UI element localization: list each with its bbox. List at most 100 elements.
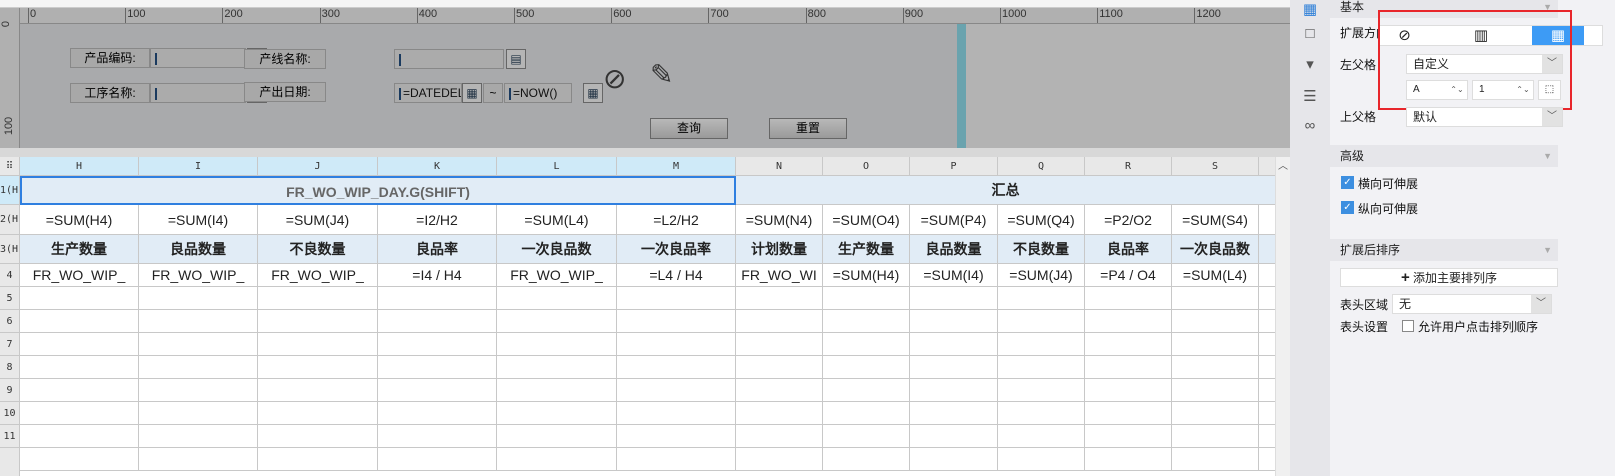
table-cell[interactable]	[736, 402, 823, 425]
table-cell[interactable]	[258, 425, 378, 448]
table-cell[interactable]: =SUM(S4)	[1172, 205, 1259, 235]
table-cell[interactable]	[617, 333, 736, 356]
table-cell[interactable]	[139, 287, 258, 310]
table-cell[interactable]	[823, 425, 910, 448]
table-cell[interactable]	[617, 448, 736, 471]
widget-icon[interactable]: ▾	[1300, 55, 1320, 75]
column-header[interactable]: L	[497, 157, 617, 176]
row-header[interactable]: 2(H)	[0, 205, 20, 235]
table-cell[interactable]	[497, 356, 617, 379]
table-cell[interactable]	[910, 333, 998, 356]
table-cell[interactable]	[736, 425, 823, 448]
table-cell[interactable]	[998, 402, 1085, 425]
reset-button[interactable]: 重置	[769, 118, 847, 139]
table-cell[interactable]	[910, 356, 998, 379]
table-cell[interactable]	[1259, 356, 1275, 379]
table-cell[interactable]	[998, 425, 1085, 448]
table-cell[interactable]: =I4 / H4	[378, 264, 497, 287]
table-cell[interactable]	[910, 287, 998, 310]
table-cell[interactable]: =SUM(I4)	[910, 264, 998, 287]
table-cell[interactable]: =L2/H2	[617, 205, 736, 235]
date-start-input[interactable]: =DATEDELT	[394, 83, 462, 103]
hyperlink-icon[interactable]: ∞	[1300, 117, 1320, 137]
table-cell[interactable]	[910, 448, 998, 471]
pencil-icon[interactable]: ✎	[650, 58, 673, 91]
table-cell[interactable]	[1085, 379, 1172, 402]
column-header[interactable]: R	[1085, 157, 1172, 176]
table-cell[interactable]	[910, 310, 998, 333]
table-cell[interactable]	[1172, 448, 1259, 471]
table-cell[interactable]: =SUM(L4)	[1172, 264, 1259, 287]
column-header[interactable]: M	[617, 157, 736, 176]
line-name-input[interactable]	[394, 49, 504, 69]
table-cell[interactable]	[258, 310, 378, 333]
condition-icon[interactable]: ☰	[1300, 87, 1320, 107]
table-cell[interactable]: 计划数量	[736, 235, 823, 264]
query-button[interactable]: 查询	[650, 118, 728, 139]
column-header[interactable]: K	[378, 157, 497, 176]
table-cell[interactable]: =SUM(O4)	[823, 205, 910, 235]
table-cell[interactable]: =SUM(J4)	[998, 264, 1085, 287]
table-cell[interactable]	[736, 287, 823, 310]
table-cell[interactable]	[378, 356, 497, 379]
table-cell[interactable]	[1259, 425, 1275, 448]
table-cell[interactable]	[1172, 310, 1259, 333]
table-cell[interactable]	[1259, 205, 1275, 235]
table-cell[interactable]	[258, 448, 378, 471]
table-cell[interactable]	[1172, 379, 1259, 402]
table-cell[interactable]: =SUM(Q4)	[998, 205, 1085, 235]
table-cell[interactable]: FR_WO_WIP_	[497, 264, 617, 287]
table-cell[interactable]: FR_WO_WIP_	[258, 264, 378, 287]
table-cell[interactable]	[617, 287, 736, 310]
table-cell[interactable]	[823, 287, 910, 310]
column-header[interactable]: I	[139, 157, 258, 176]
process-name-input[interactable]	[150, 83, 246, 103]
table-cell[interactable]	[139, 333, 258, 356]
table-cell[interactable]	[910, 425, 998, 448]
table-cell[interactable]	[823, 448, 910, 471]
vertical-expand-checkbox[interactable]: ✓	[1341, 201, 1354, 214]
table-cell[interactable]	[910, 402, 998, 425]
table-cell[interactable]: =SUM(L4)	[497, 205, 617, 235]
table-cell[interactable]	[1085, 356, 1172, 379]
table-cell[interactable]	[20, 448, 139, 471]
table-cell[interactable]	[998, 310, 1085, 333]
table-cell[interactable]: 不良数量	[258, 235, 378, 264]
table-cell[interactable]	[1259, 333, 1275, 356]
table-cell[interactable]	[617, 425, 736, 448]
table-cell[interactable]	[378, 287, 497, 310]
table-cell[interactable]	[736, 333, 823, 356]
table-cell[interactable]	[258, 402, 378, 425]
table-cell[interactable]	[378, 425, 497, 448]
table-cell[interactable]	[139, 379, 258, 402]
table-cell[interactable]	[1085, 333, 1172, 356]
table-cell[interactable]	[378, 402, 497, 425]
column-header[interactable]: S	[1172, 157, 1259, 176]
section-advanced[interactable]: 高级 ▼	[1330, 145, 1558, 167]
table-cell[interactable]	[497, 448, 617, 471]
table-cell[interactable]: =SUM(P4)	[910, 205, 998, 235]
table-cell[interactable]	[823, 356, 910, 379]
hide-eye-icon[interactable]: ⊘	[603, 62, 626, 95]
table-cell[interactable]	[823, 333, 910, 356]
table-cell[interactable]	[20, 287, 139, 310]
row-header[interactable]: 6	[0, 310, 20, 333]
table-cell[interactable]	[378, 379, 497, 402]
table-cell[interactable]	[736, 310, 823, 333]
table-cell[interactable]	[1259, 448, 1275, 471]
table-cell[interactable]	[378, 333, 497, 356]
table-cell[interactable]: =P2/O2	[1085, 205, 1172, 235]
table-cell[interactable]	[617, 402, 736, 425]
table-cell[interactable]: 良品率	[1085, 235, 1172, 264]
table-cell[interactable]: 良品数量	[139, 235, 258, 264]
row-header[interactable]: 11	[0, 425, 20, 448]
table-cell[interactable]	[1172, 287, 1259, 310]
row-header[interactable]: 8	[0, 356, 20, 379]
table-cell[interactable]	[1259, 379, 1275, 402]
table-cell[interactable]: 良品率	[378, 235, 497, 264]
table-cell[interactable]	[258, 333, 378, 356]
top-parent-select[interactable]: 默认 ﹀	[1406, 107, 1563, 127]
table-cell[interactable]: 生产数量	[823, 235, 910, 264]
table-cell[interactable]: =L4 / H4	[617, 264, 736, 287]
column-header[interactable]: H	[20, 157, 139, 176]
